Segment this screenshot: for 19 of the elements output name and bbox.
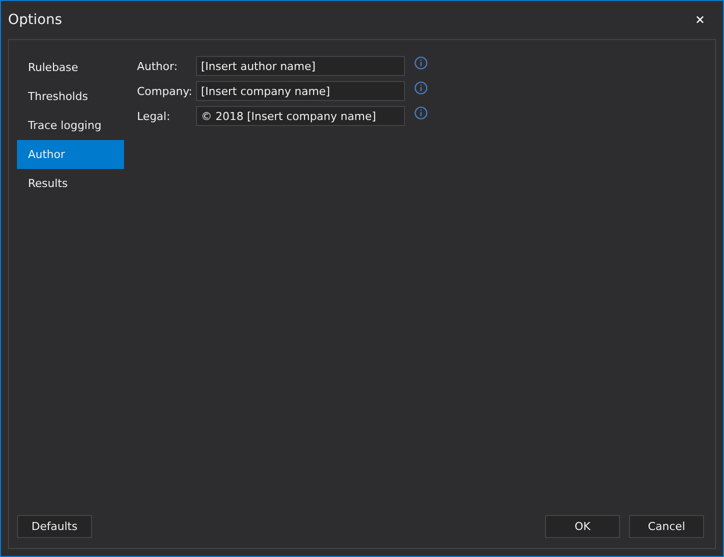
sidebar-item[interactable]: Thresholds [17,82,124,111]
ok-button[interactable]: OK [545,515,620,538]
sidebar-item[interactable]: Results [17,169,124,198]
defaults-button[interactable]: Defaults [17,515,92,538]
field-label: Company: [137,84,194,98]
input-field[interactable]: © 2018 [Insert company name] [196,106,405,126]
info-icon[interactable] [414,56,428,70]
sidebar-item[interactable]: Author [17,140,124,169]
field-label: Legal: [137,110,172,122]
field-label: Author: [137,60,179,72]
close-button[interactable]: ✕ [690,13,709,27]
input-field[interactable]: [Insert company name] [196,81,405,101]
info-icon[interactable] [414,81,428,95]
sidebar-item[interactable]: Trace logging [17,111,124,140]
input-field[interactable]: [Insert author name] [196,56,405,76]
sidebar-item[interactable]: Rulebase [17,53,124,82]
cancel-button[interactable]: Cancel [629,515,704,538]
info-icon[interactable] [414,106,428,120]
window-title: Options [8,12,62,28]
